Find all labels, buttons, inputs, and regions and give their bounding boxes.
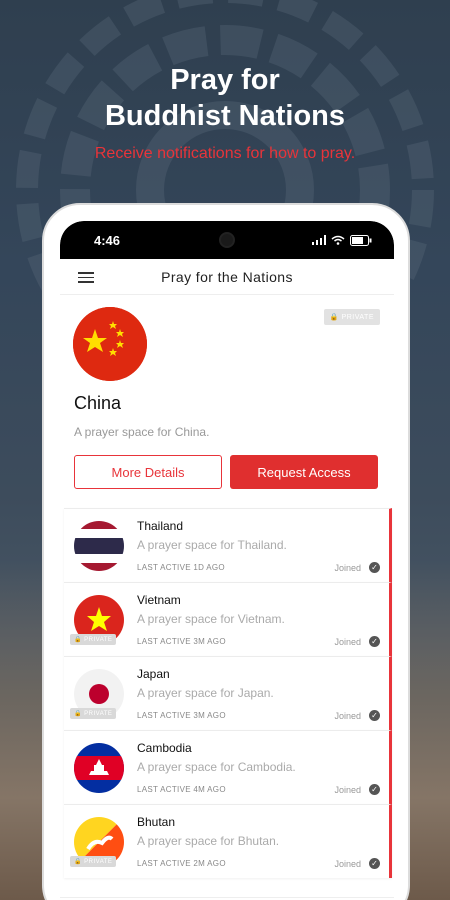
private-badge: 🔒 PRIVATE (323, 309, 380, 325)
joined-status: Joined (334, 563, 361, 573)
check-circle-icon: ✓ (369, 710, 380, 721)
menu-icon[interactable] (78, 272, 94, 283)
status-time: 4:46 (94, 232, 121, 248)
joined-status: Joined (334, 711, 361, 721)
wifi-icon (331, 235, 345, 245)
space-description: A prayer space for Bhutan. (137, 834, 280, 848)
signal-icon (312, 235, 326, 245)
phone-frame: 4:46 Pray for the Nations 🔒 PRIVATE Chin… (42, 203, 410, 900)
china-flag-icon (73, 307, 147, 381)
subheadline: Receive notifications for how to pray. (94, 145, 356, 162)
last-active: LAST ACTIVE 3M AGO (137, 637, 226, 646)
request-access-button[interactable]: Request Access (230, 455, 378, 489)
last-active: LAST ACTIVE 4M AGO (137, 785, 226, 794)
space-name: Bhutan (137, 815, 176, 829)
space-description: A prayer space for Cambodia. (137, 760, 296, 774)
status-bar: 4:46 (60, 221, 394, 259)
more-details-button[interactable]: More Details (74, 455, 222, 489)
list-item[interactable]: 🔒 PRIVATE Japan A prayer space for Japan… (64, 656, 392, 730)
space-description: A prayer space for Vietnam. (137, 612, 285, 626)
battery-icon (350, 234, 372, 246)
private-badge: 🔒 PRIVATE (70, 708, 117, 719)
space-name: Japan (137, 667, 170, 681)
space-name: Thailand (137, 519, 184, 533)
space-name: Vietnam (137, 593, 181, 607)
check-circle-icon: ✓ (369, 562, 380, 573)
private-badge: 🔒 PRIVATE (70, 634, 117, 645)
phone-screen: 4:46 Pray for the Nations 🔒 PRIVATE Chin… (60, 221, 394, 900)
cambodia-flag-icon (74, 743, 124, 793)
status-icons (312, 234, 372, 246)
check-circle-icon: ✓ (369, 636, 380, 647)
app-bar: Pray for the Nations (60, 259, 394, 295)
space-list: Thailand A prayer space for Thailand. LA… (60, 508, 394, 878)
list-item[interactable]: Thailand A prayer space for Thailand. LA… (64, 508, 392, 582)
thailand-flag-icon (74, 521, 124, 571)
joined-status: Joined (334, 637, 361, 647)
space-description: A prayer space for Thailand. (137, 538, 287, 552)
space-description: A prayer space for Japan. (137, 686, 274, 700)
last-active: LAST ACTIVE 3M AGO (137, 711, 226, 720)
camera-icon (219, 232, 235, 248)
app-title: Pray for the Nations (161, 268, 293, 285)
check-circle-icon: ✓ (369, 784, 380, 795)
joined-status: Joined (334, 859, 361, 869)
last-active: LAST ACTIVE 2M AGO (137, 859, 226, 868)
featured-name: China (74, 393, 122, 413)
space-name: Cambodia (137, 741, 192, 755)
joined-status: Joined (334, 785, 361, 795)
list-item[interactable]: Cambodia A prayer space for Cambodia. LA… (64, 730, 392, 804)
list-item[interactable]: 🔒 PRIVATE Bhutan A prayer space for Bhut… (64, 804, 392, 878)
featured-description: A prayer space for China. (74, 425, 210, 439)
headline: Pray for Buddhist Nations (104, 64, 346, 132)
featured-space: 🔒 PRIVATE China A prayer space for China… (60, 295, 394, 508)
last-active: LAST ACTIVE 1D AGO (137, 563, 225, 572)
private-badge: 🔒 PRIVATE (70, 856, 117, 867)
list-item[interactable]: 🔒 PRIVATE Vietnam A prayer space for Vie… (64, 582, 392, 656)
check-circle-icon: ✓ (369, 858, 380, 869)
